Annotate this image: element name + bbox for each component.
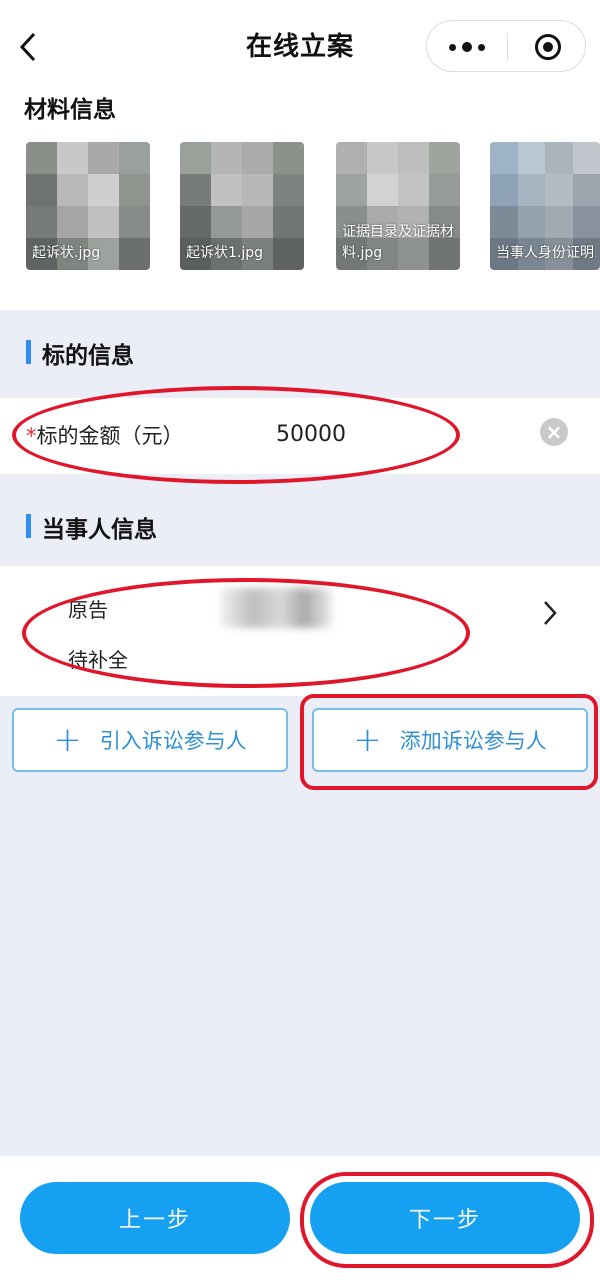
import-participant-label: 引入诉讼参与人 xyxy=(99,729,247,753)
section-accent-bar xyxy=(26,340,31,364)
subject-section-title: 标的信息 xyxy=(42,343,134,369)
plus-icon: + xyxy=(353,720,382,760)
party-row[interactable]: 原告 待补全 xyxy=(0,566,600,696)
party-role: 原告 xyxy=(68,598,108,622)
material-thumbnail[interactable]: 起诉状1.jpg xyxy=(180,142,304,270)
party-status: 待补全 xyxy=(68,648,128,672)
target-circle-icon[interactable] xyxy=(535,34,561,60)
materials-title: 材料信息 xyxy=(24,97,116,123)
capsule-divider xyxy=(507,33,508,61)
material-thumbnail[interactable]: 当事人身份证明.jpg xyxy=(490,142,600,270)
add-participant-button[interactable]: + 添加诉讼参与人 xyxy=(312,708,588,772)
parties-section-header: 当事人信息 xyxy=(0,484,600,566)
section-accent-bar xyxy=(26,514,31,538)
parties-section-title: 当事人信息 xyxy=(42,517,157,543)
plus-icon: + xyxy=(53,720,82,760)
redacted-name xyxy=(220,588,332,628)
amount-label-text: 标的金额（元） xyxy=(36,424,184,448)
required-mark: * xyxy=(26,424,37,448)
more-dots-icon[interactable] xyxy=(427,21,507,73)
subject-section-header: 标的信息 xyxy=(0,310,600,392)
file-name: 证据目录及证据材料.jpg xyxy=(342,224,454,261)
file-name: 当事人身份证明.jpg xyxy=(496,245,596,261)
amount-input[interactable]: 50000 xyxy=(276,422,346,447)
amount-row: *标的金额（元） 50000 × xyxy=(0,398,600,474)
next-step-button[interactable]: 下一步 xyxy=(310,1182,580,1254)
material-thumbnail[interactable]: 证据目录及证据材料.jpg xyxy=(336,142,460,270)
file-name: 起诉状.jpg xyxy=(32,245,101,261)
file-name: 起诉状1.jpg xyxy=(186,245,264,261)
amount-label: *标的金额（元） xyxy=(26,420,184,450)
mini-program-capsule xyxy=(426,20,586,72)
materials-section: 材料信息 起诉状.jpg 起诉状1.jpg 证据目录及证据材料.jpg 当事人身… xyxy=(0,86,600,310)
clear-icon[interactable]: × xyxy=(540,418,568,446)
add-participant-label: 添加诉讼参与人 xyxy=(399,729,547,753)
nav-bar: 在线立案 xyxy=(0,0,600,86)
import-participant-button[interactable]: + 引入诉讼参与人 xyxy=(12,708,288,772)
footer-bar: 上一步 下一步 xyxy=(0,1156,600,1282)
material-thumbnail[interactable]: 起诉状.jpg xyxy=(26,142,150,270)
chevron-right-icon[interactable] xyxy=(542,596,558,636)
prev-step-button[interactable]: 上一步 xyxy=(20,1182,290,1254)
